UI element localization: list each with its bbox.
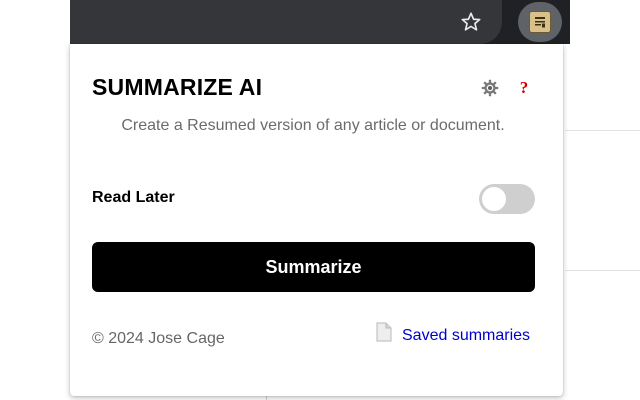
popup-title: SUMMARIZE AI xyxy=(92,74,263,100)
saved-summaries-link[interactable]: Saved summaries xyxy=(376,322,530,346)
saved-summaries-label[interactable]: Saved summaries xyxy=(402,327,530,345)
page-divider xyxy=(565,130,640,131)
screen: SUMMARIZE AI ? Create a Resumed version … xyxy=(0,0,640,400)
read-later-label: Read Later xyxy=(92,189,175,206)
document-icon xyxy=(376,322,392,342)
gear-icon[interactable] xyxy=(480,78,500,98)
bookmark-star-icon[interactable] xyxy=(458,9,484,35)
page-divider xyxy=(565,270,640,271)
copyright-text: © 2024 Jose Cage xyxy=(92,330,225,347)
read-later-toggle[interactable] xyxy=(479,184,535,214)
summarize-ai-extension-icon xyxy=(529,11,551,33)
popup-subtitle: Create a Resumed version of any article … xyxy=(121,117,505,134)
extension-popup: SUMMARIZE AI ? Create a Resumed version … xyxy=(70,44,563,396)
toggle-knob xyxy=(482,187,506,211)
extension-button[interactable] xyxy=(518,2,562,42)
summarize-button[interactable]: Summarize xyxy=(92,242,535,292)
address-bar-area xyxy=(70,0,502,44)
help-icon[interactable]: ? xyxy=(516,77,532,99)
